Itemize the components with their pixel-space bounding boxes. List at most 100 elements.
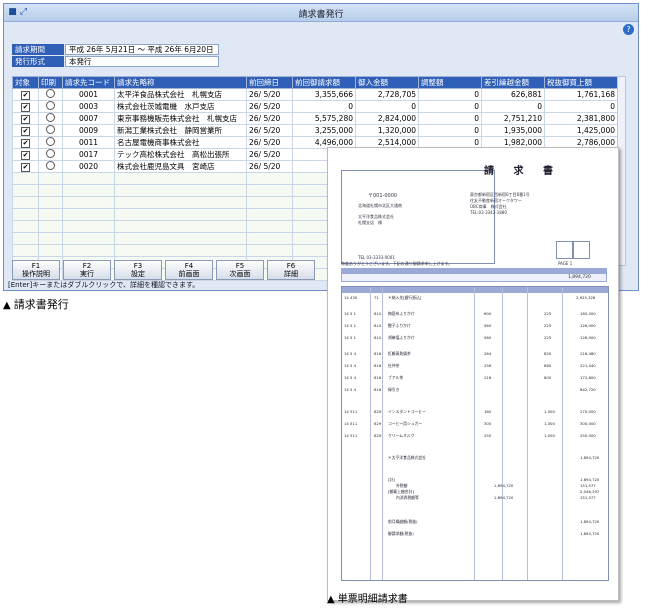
- cell-adj: 0: [418, 88, 482, 101]
- triangle-icon: ▲: [327, 594, 335, 605]
- col-prev-date[interactable]: 前回締日: [246, 76, 293, 89]
- cell-code: 0020: [62, 160, 115, 173]
- doc-greeting: 毎度ありがとうございます。下記の通り御請求申し上げます。: [341, 261, 453, 266]
- cell-date: 26/ 5/20: [246, 124, 293, 137]
- cell-date: 26/ 5/20: [246, 100, 293, 113]
- cell-adj: 0: [418, 112, 482, 125]
- type-label: 発行形式: [12, 56, 64, 67]
- detail-table: 14 430 71 ＊納入先[銀行振込] 2,925,328 14 5 1 610 梅昆布…: [341, 286, 609, 581]
- doc-tel: TEL 03-3333-0001: [358, 255, 395, 260]
- cell-date: 26/ 5/20: [246, 136, 293, 149]
- f6-detail-button[interactable]: F6 詳細: [267, 260, 315, 280]
- function-key-bar: F1 操作説明 F2 実行 F3 設定 F4 前画面 F5 次画面 F6 詳細: [12, 260, 315, 280]
- cell-sales: 2,381,800: [544, 112, 618, 125]
- target-checkbox[interactable]: ✔: [21, 126, 30, 136]
- cell-paid: 2,824,000: [355, 112, 419, 125]
- col-carry[interactable]: 差引繰越金額: [481, 76, 545, 89]
- col-code[interactable]: 請求先コード: [62, 76, 115, 89]
- target-checkbox[interactable]: ✔: [21, 150, 30, 160]
- doc-total: 1,894,720: [568, 275, 591, 280]
- doc-zip: 〒001-0000: [368, 193, 398, 199]
- screen-caption: ▲ 請求書発行: [3, 298, 69, 311]
- invoice-document-preview: 〒001-0000 北海道札幌市北区大通南 太平洋食品株式会社 札幌支店 様 T…: [327, 147, 619, 601]
- cell-paid: 1,320,000: [355, 124, 419, 137]
- period-value: 平成 26年 5月21日 〜 平成 26年 6月20日: [65, 44, 219, 55]
- doc-title: 請 求 書: [484, 166, 561, 177]
- col-prev-amount[interactable]: 前回御請求額: [292, 76, 356, 89]
- cell-carry: 626,881: [481, 88, 545, 101]
- cell-name: テック高松株式会社 高松出張所: [114, 148, 247, 161]
- col-print[interactable]: 印刷: [38, 76, 63, 89]
- cell-carry: 1,935,000: [481, 124, 545, 137]
- document-caption: ▲ 単票明細請求書: [327, 594, 408, 605]
- cell-prev: 3,255,000: [292, 124, 356, 137]
- cell-date: 26/ 5/20: [246, 148, 293, 161]
- col-adjust[interactable]: 調整額: [418, 76, 482, 89]
- table-row[interactable]: ✔ 0001 太平洋食品株式会社 札幌支店 26/ 5/20 3,355,666…: [12, 88, 618, 101]
- cell-adj: 0: [418, 100, 482, 113]
- cell-code: 0009: [62, 124, 115, 137]
- cell-code: 0001: [62, 88, 115, 101]
- cell-sales: 1,761,168: [544, 88, 618, 101]
- cell-code: 0011: [62, 136, 115, 149]
- target-checkbox[interactable]: ✔: [21, 90, 30, 100]
- print-radio[interactable]: [46, 125, 55, 134]
- title-bar: ■ ⤢ 請求書発行: [4, 4, 638, 22]
- f1-help-button[interactable]: F1 操作説明: [12, 260, 60, 280]
- cell-name: 東京事務機販売株式会社 札幌支店: [114, 112, 247, 125]
- cell-prev: 3,355,666: [292, 88, 356, 101]
- target-checkbox[interactable]: ✔: [21, 114, 30, 124]
- table-row[interactable]: ✔ 0009 新潟工業株式会社 静岡営業所 26/ 5/20 3,255,000…: [12, 124, 618, 137]
- cell-date: 26/ 5/20: [246, 112, 293, 125]
- table-row[interactable]: ✔ 0003 株式会社茨城電機 水戸支店 26/ 5/20 0 0 0 0 0: [12, 100, 618, 113]
- table-header: 対象 印刷 請求先コード 請求先略称 前回締日 前回御請求額 御入金額 調整額 …: [12, 76, 618, 89]
- cell-name: 太平洋食品株式会社 札幌支店: [114, 88, 247, 101]
- window-title: 請求書発行: [298, 10, 344, 20]
- cell-prev: 5,575,280: [292, 112, 356, 125]
- triangle-icon: ▲: [3, 300, 11, 311]
- f3-settings-button[interactable]: F3 設定: [114, 260, 162, 280]
- cell-name: 株式会社鹿児島文具 宮崎店: [114, 160, 247, 173]
- cell-date: 26/ 5/20: [246, 88, 293, 101]
- cell-date: 26/ 5/20: [246, 160, 293, 173]
- cell-name: 名古屋電機商事株式会社: [114, 136, 247, 149]
- f5-next-screen-button[interactable]: F5 次画面: [216, 260, 264, 280]
- type-value: 本発行: [65, 56, 219, 67]
- cell-name: 株式会社茨城電機 水戸支店: [114, 100, 247, 113]
- cell-sales: 1,425,000: [544, 124, 618, 137]
- target-checkbox[interactable]: ✔: [21, 138, 30, 148]
- print-radio[interactable]: [46, 101, 55, 110]
- help-icon[interactable]: ?: [623, 24, 634, 35]
- cell-adj: 0: [418, 124, 482, 137]
- print-radio[interactable]: [46, 89, 55, 98]
- col-name[interactable]: 請求先略称: [114, 76, 247, 89]
- col-sales[interactable]: 税抜御買上額: [544, 76, 618, 89]
- cell-code: 0007: [62, 112, 115, 125]
- period-label: 請求期間: [12, 44, 64, 55]
- cell-paid: 2,728,705: [355, 88, 419, 101]
- stamp-area: [556, 241, 596, 259]
- cell-paid: 0: [355, 100, 419, 113]
- print-radio[interactable]: [46, 149, 55, 158]
- col-paid[interactable]: 御入金額: [355, 76, 419, 89]
- col-target[interactable]: 対象: [12, 76, 39, 89]
- f4-prev-screen-button[interactable]: F4 前画面: [165, 260, 213, 280]
- cell-carry: 2,751,210: [481, 112, 545, 125]
- cell-prev: 0: [292, 100, 356, 113]
- print-radio[interactable]: [46, 113, 55, 122]
- cell-code: 0017: [62, 148, 115, 161]
- print-radio[interactable]: [46, 137, 55, 146]
- doc-branch: 札幌支店 様: [358, 220, 382, 225]
- cell-name: 新潟工業株式会社 静岡営業所: [114, 124, 247, 137]
- doc-address: 北海道札幌市北区大通南: [358, 203, 402, 208]
- print-radio[interactable]: [46, 161, 55, 170]
- target-checkbox[interactable]: ✔: [21, 102, 30, 112]
- cell-code: 0003: [62, 100, 115, 113]
- table-row[interactable]: ✔ 0007 東京事務機販売株式会社 札幌支店 26/ 5/20 5,575,2…: [12, 112, 618, 125]
- doc-sender-tel: TEL:03-3342-1880: [470, 210, 507, 215]
- f2-run-button[interactable]: F2 実行: [63, 260, 111, 280]
- cell-sales: 0: [544, 100, 618, 113]
- cell-carry: 0: [481, 100, 545, 113]
- doc-page: PAGE 1: [558, 261, 573, 266]
- target-checkbox[interactable]: ✔: [21, 162, 30, 172]
